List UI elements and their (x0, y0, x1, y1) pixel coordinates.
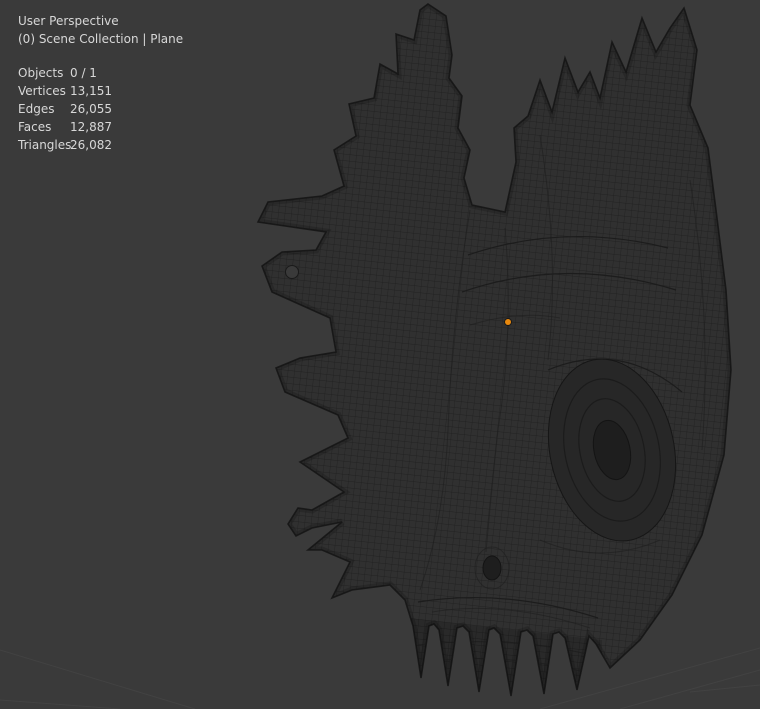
stat-row-triangles: Triangles 26,082 (18, 136, 183, 154)
stat-label-vertices: Vertices (18, 84, 66, 98)
stat-row-edges: Edges 26,055 (18, 100, 183, 118)
stat-label-triangles: Triangles (18, 138, 72, 152)
stat-row-faces: Faces 12,887 (18, 118, 183, 136)
stat-row-vertices: Vertices 13,151 (18, 82, 183, 100)
collection-path-label: (0) Scene Collection | Plane (18, 32, 184, 46)
stat-value-edges: 26,055 (70, 102, 112, 116)
stat-value-objects: 0 / 1 (70, 66, 97, 80)
stat-value-vertices: 13,151 (70, 84, 112, 98)
mesh-hole (285, 265, 299, 279)
stat-row-objects: Objects 0 / 1 (18, 64, 183, 82)
stat-value-triangles: 26,082 (70, 138, 112, 152)
mesh-wireframe-object[interactable] (257, 3, 732, 705)
floor-grid-lines (0, 647, 760, 709)
object-origin-dot[interactable] (505, 319, 511, 325)
stat-label-faces: Faces (18, 120, 52, 134)
stat-value-faces: 12,887 (70, 120, 112, 134)
stat-label-edges: Edges (18, 102, 55, 116)
mesh-wire-grid (257, 3, 732, 697)
stat-label-objects: Objects (18, 66, 64, 80)
scene-statistics: Objects 0 / 1 Vertices 13,151 Edges 26,0… (18, 64, 183, 154)
view-name-label: User Perspective (18, 14, 119, 28)
viewport-text-overlay: User Perspective (0) Scene Collection | … (18, 12, 183, 154)
